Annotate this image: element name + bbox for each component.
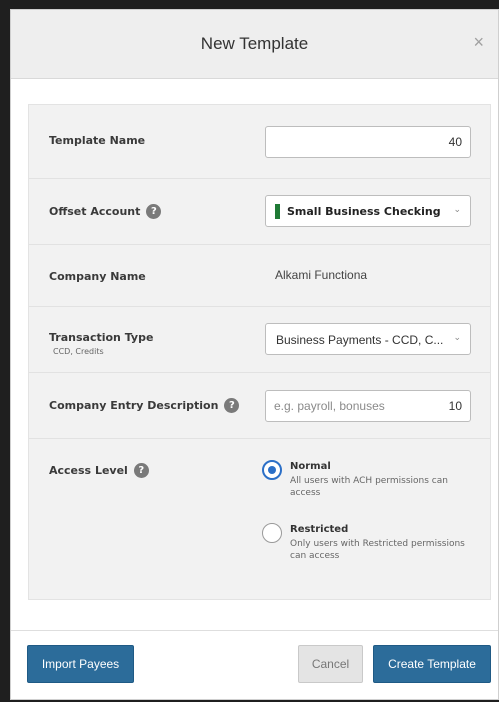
template-name-label-text: Template Name — [49, 134, 146, 147]
account-color-icon — [275, 204, 280, 219]
company-name-label-text: Company Name — [49, 270, 146, 283]
offset-account-label: Offset Account ? — [49, 204, 162, 219]
chevron-down-icon: ⌄ — [453, 204, 461, 214]
company-entry-description-label: Company Entry Description ? — [49, 398, 240, 413]
help-icon[interactable]: ? — [133, 463, 149, 478]
company-name-value: Alkami Functiona — [275, 268, 368, 282]
close-icon[interactable]: × — [473, 32, 484, 52]
company-name-label: Company Name — [49, 270, 146, 283]
radio-restricted-description: Only users with Restricted permissions c… — [290, 539, 465, 561]
radio-restricted[interactable] — [262, 523, 282, 543]
template-name-char-counter: 40 — [448, 135, 462, 149]
company-entry-description-placeholder: e.g. payroll, bonuses — [274, 399, 385, 413]
company-entry-description-row: Company Entry Description ? e.g. payroll… — [29, 373, 490, 439]
new-template-dialog: New Template × Template Name 40 Offset A… — [10, 9, 499, 700]
chevron-down-icon: ⌄ — [453, 332, 461, 342]
cancel-button[interactable]: Cancel — [298, 645, 363, 683]
transaction-type-selected: Business Payments - CCD, C... — [276, 333, 444, 347]
template-name-input[interactable]: 40 — [265, 126, 471, 158]
dialog-header: New Template × — [11, 10, 498, 79]
transaction-type-label: Transaction Type — [49, 331, 153, 344]
template-name-label: Template Name — [49, 134, 145, 147]
offset-account-select[interactable]: Small Business Checking ⌄ — [265, 195, 471, 227]
dialog-footer: Import Payees Cancel Create Template — [11, 630, 498, 702]
company-entry-description-label-text: Company Entry Description — [49, 399, 219, 412]
company-entry-description-input[interactable]: e.g. payroll, bonuses 10 — [265, 390, 471, 422]
access-level-row: Access Level ? Normal All users with ACH… — [29, 439, 490, 601]
dialog-title: New Template — [200, 34, 309, 53]
help-icon[interactable]: ? — [146, 204, 162, 219]
offset-account-selected: Small Business Checking — [287, 205, 441, 218]
transaction-type-row: Transaction Type CCD, Credits Business P… — [29, 307, 490, 373]
radio-normal[interactable] — [262, 460, 282, 480]
create-template-button[interactable]: Create Template — [373, 645, 491, 683]
company-entry-description-char-counter: 10 — [448, 399, 462, 413]
transaction-type-label-text: Transaction Type — [49, 331, 154, 344]
transaction-type-select[interactable]: Business Payments - CCD, C... ⌄ — [265, 323, 471, 355]
radio-restricted-title: Restricted — [290, 524, 349, 535]
help-icon[interactable]: ? — [224, 398, 240, 413]
access-level-label-text: Access Level — [49, 464, 128, 477]
radio-normal-title: Normal — [290, 461, 331, 472]
transaction-type-sublabel: CCD, Credits — [53, 347, 104, 356]
offset-account-label-text: Offset Account — [49, 205, 141, 218]
company-name-row: Company Name Alkami Functiona — [29, 245, 490, 307]
offset-account-row: Offset Account ? Small Business Checking… — [29, 179, 490, 245]
template-form: Template Name 40 Offset Account ? Small … — [28, 104, 491, 600]
import-payees-button[interactable]: Import Payees — [27, 645, 134, 683]
access-level-label: Access Level ? — [49, 463, 149, 478]
radio-normal-description: All users with ACH permissions can acces… — [290, 476, 448, 498]
template-name-row: Template Name 40 — [29, 105, 490, 179]
